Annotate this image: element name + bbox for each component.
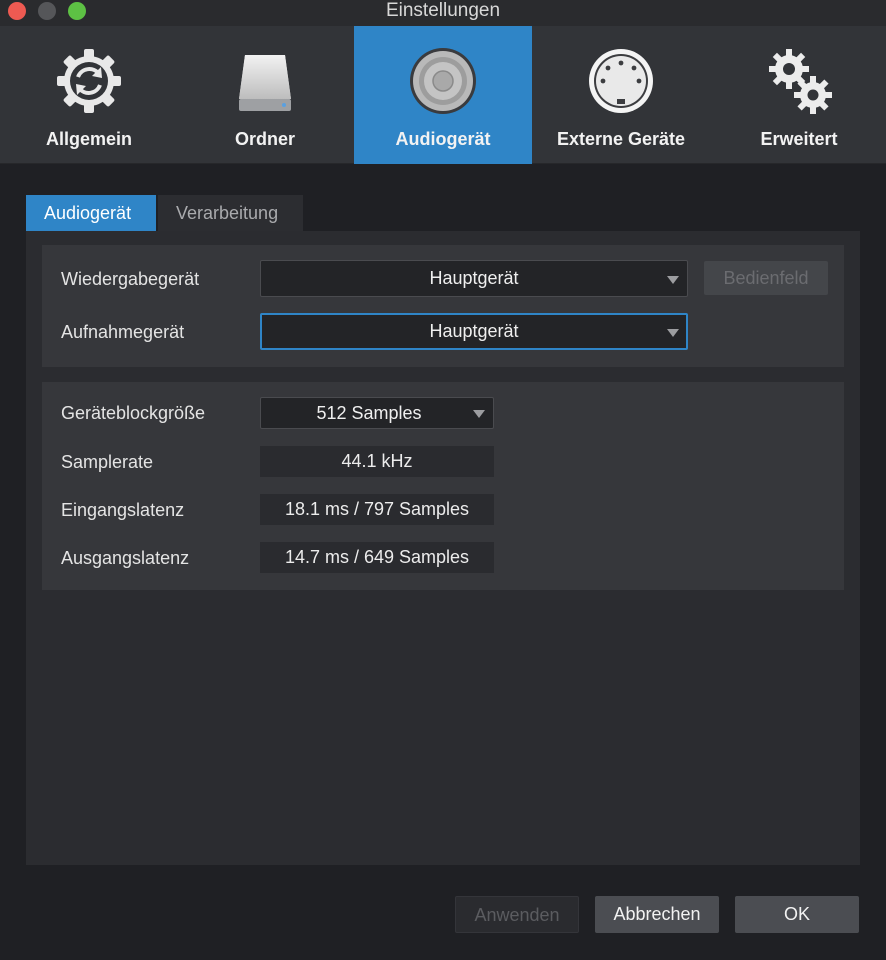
control-panel-button[interactable]: Bedienfeld [704, 261, 828, 295]
toolbar-item-allgemein[interactable]: Allgemein [0, 26, 178, 164]
toolbar-label: Allgemein [45, 129, 133, 149]
content-area: Audiogerät Verarbeitung Wiedergabegerät … [0, 164, 886, 960]
playback-device-label: Wiedergabegerät [61, 269, 200, 289]
tab-verarbeitung[interactable]: Verarbeitung [158, 195, 303, 231]
record-device-label: Aufnahmegerät [61, 322, 185, 342]
settings-panel: Wiedergabegerät Hauptgerät Bedienfeld Au… [26, 231, 860, 865]
device-info-group: Geräteblockgröße 512 Samples Samplerate … [42, 382, 844, 590]
blocksize-label: Geräteblockgröße [61, 403, 206, 423]
samplerate-value: 44.1 kHz [260, 446, 494, 477]
toolbar-label: Ordner [234, 129, 295, 149]
toolbar-item-externe-geraete[interactable]: Externe Geräte [532, 26, 710, 164]
chevron-down-icon [473, 410, 485, 418]
tab-audiogeraet[interactable]: Audiogerät [26, 195, 156, 231]
playback-device-value: Hauptgerät [429, 268, 519, 288]
gears-icon [769, 49, 832, 114]
samplerate-label: Samplerate [61, 452, 154, 472]
input-latency-label: Eingangslatenz [61, 500, 185, 520]
toolbar-label: Externe Geräte [556, 129, 686, 149]
cancel-button[interactable]: Abbrechen [595, 896, 719, 933]
drive-icon [239, 55, 291, 111]
toolbar-item-ordner[interactable]: Ordner [176, 26, 354, 164]
record-device-value: Hauptgerät [429, 321, 519, 341]
output-latency-label: Ausgangslatenz [61, 548, 190, 568]
output-latency-value: 14.7 ms / 649 Samples [260, 542, 494, 573]
toolbar-item-audiogeraet[interactable]: Audiogerät [354, 26, 532, 164]
ok-button[interactable]: OK [735, 896, 859, 933]
toolbar-label: Erweitert [760, 129, 838, 149]
apply-button[interactable]: Anwenden [455, 896, 579, 933]
window-title: Einstellungen [385, 0, 501, 21]
sync-gear-icon [57, 49, 121, 113]
speaker-icon [410, 48, 476, 114]
playback-device-select[interactable]: Hauptgerät [260, 260, 688, 297]
chevron-down-icon [667, 276, 679, 284]
input-latency-value: 18.1 ms / 797 Samples [260, 494, 494, 525]
chevron-down-icon [667, 329, 679, 337]
midi-connector-icon [589, 49, 653, 113]
toolbar-item-erweitert[interactable]: Erweitert [710, 26, 886, 164]
title-bar: Einstellungen [0, 0, 886, 26]
blocksize-value: 512 Samples [316, 403, 422, 423]
preferences-toolbar: Allgemein Ordner Audiogerät Externe Gerä… [0, 26, 886, 164]
device-selection-group: Wiedergabegerät Hauptgerät Bedienfeld Au… [42, 245, 844, 367]
blocksize-select[interactable]: 512 Samples [260, 397, 494, 429]
toolbar-label: Audiogerät [395, 129, 491, 149]
record-device-select[interactable]: Hauptgerät [260, 313, 688, 350]
